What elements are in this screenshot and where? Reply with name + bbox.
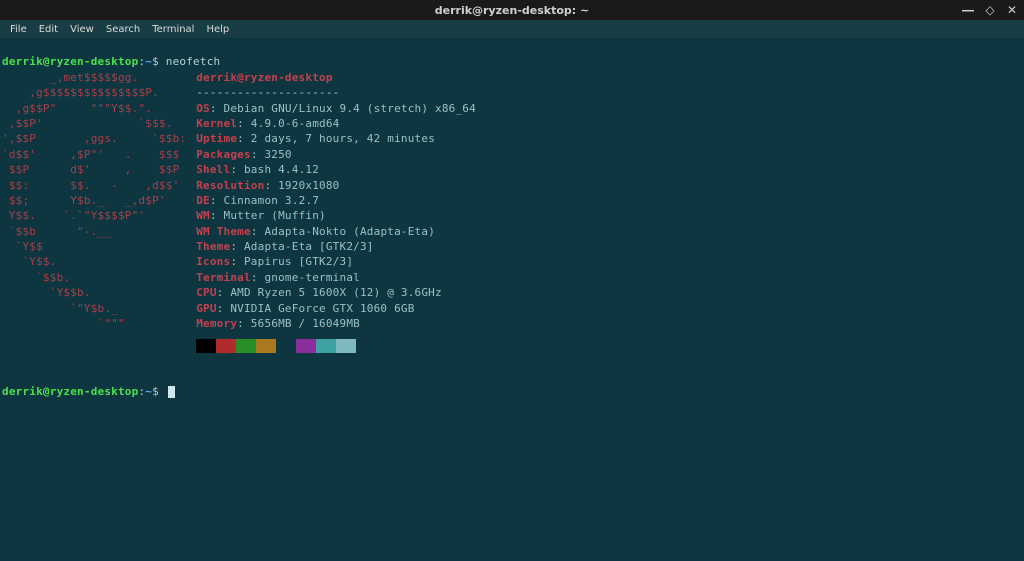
prompt-dollar: $ — [152, 55, 159, 68]
text-cursor — [168, 386, 175, 398]
info-line: Memory: 5656MB / 16049MB — [196, 317, 360, 330]
info-key: Memory — [196, 317, 237, 330]
info-line: GPU: NVIDIA GeForce GTX 1060 6GB — [196, 302, 414, 315]
distro-ascii-art: _,met$$$$$gg. ,g$$$$$$$$$$$$$$$P. ,g$$P"… — [2, 70, 186, 332]
menu-bar: File Edit View Search Terminal Help — [0, 20, 1024, 38]
menu-search[interactable]: Search — [100, 22, 146, 37]
info-line: WM Theme: Adapta-Nokto (Adapta-Eta) — [196, 225, 435, 238]
menu-help[interactable]: Help — [200, 22, 235, 37]
info-line: Resolution: 1920x1080 — [196, 179, 339, 192]
terminal-body[interactable]: derrik@ryzen-desktop:~$ neofetch _,met$$… — [0, 38, 1024, 401]
info-key: Icons — [196, 255, 230, 268]
color-swatch — [336, 339, 356, 353]
maximize-icon[interactable]: ◇ — [984, 4, 996, 16]
menu-terminal[interactable]: Terminal — [146, 22, 200, 37]
close-icon[interactable]: ✕ — [1006, 4, 1018, 16]
info-line: Packages: 3250 — [196, 148, 292, 161]
window-titlebar: derrik@ryzen-desktop: ~ ― ◇ ✕ — [0, 0, 1024, 20]
color-swatch — [236, 339, 256, 353]
info-key: Resolution — [196, 179, 264, 192]
minimize-icon[interactable]: ― — [962, 4, 974, 16]
info-line: Shell: bash 4.4.12 — [196, 163, 319, 176]
info-key: Kernel — [196, 117, 237, 130]
info-dashes: --------------------- — [196, 86, 339, 99]
info-key: Uptime — [196, 132, 237, 145]
info-line: Uptime: 2 days, 7 hours, 42 minutes — [196, 132, 435, 145]
window-controls: ― ◇ ✕ — [962, 4, 1018, 16]
window-title: derrik@ryzen-desktop: ~ — [435, 4, 589, 17]
color-swatch — [296, 339, 316, 353]
color-swatch — [196, 339, 216, 353]
info-key: OS — [196, 102, 210, 115]
info-key: Terminal — [196, 271, 251, 284]
neofetch-info: derrik@ryzen-desktop -------------------… — [196, 70, 476, 354]
color-swatches — [196, 339, 476, 353]
info-line: WM: Mutter (Muffin) — [196, 209, 326, 222]
prompt-dollar-2: $ — [152, 385, 159, 398]
prompt-userhost: derrik@ryzen-desktop — [2, 55, 138, 68]
info-key: Packages — [196, 148, 251, 161]
menu-edit[interactable]: Edit — [33, 22, 64, 37]
color-swatch — [216, 339, 236, 353]
color-swatch — [276, 339, 296, 353]
info-line: OS: Debian GNU/Linux 9.4 (stretch) x86_6… — [196, 102, 476, 115]
info-key: WM Theme — [196, 225, 251, 238]
info-key: Shell — [196, 163, 230, 176]
color-swatch — [316, 339, 336, 353]
menu-view[interactable]: View — [64, 22, 100, 37]
info-line: Kernel: 4.9.0-6-amd64 — [196, 117, 339, 130]
info-line: DE: Cinnamon 3.2.7 — [196, 194, 319, 207]
info-key: Theme — [196, 240, 230, 253]
info-key: GPU — [196, 302, 216, 315]
menu-file[interactable]: File — [4, 22, 33, 37]
info-key: DE — [196, 194, 210, 207]
color-swatch — [256, 339, 276, 353]
info-key: CPU — [196, 286, 216, 299]
prompt-userhost-2: derrik@ryzen-desktop — [2, 385, 138, 398]
info-key: WM — [196, 209, 210, 222]
typed-command: neofetch — [166, 55, 221, 68]
info-title: derrik@ryzen-desktop — [196, 71, 332, 84]
info-line: Icons: Papirus [GTK2/3] — [196, 255, 353, 268]
info-line: CPU: AMD Ryzen 5 1600X (12) @ 3.6GHz — [196, 286, 442, 299]
info-line: Theme: Adapta-Eta [GTK2/3] — [196, 240, 373, 253]
info-line: Terminal: gnome-terminal — [196, 271, 360, 284]
